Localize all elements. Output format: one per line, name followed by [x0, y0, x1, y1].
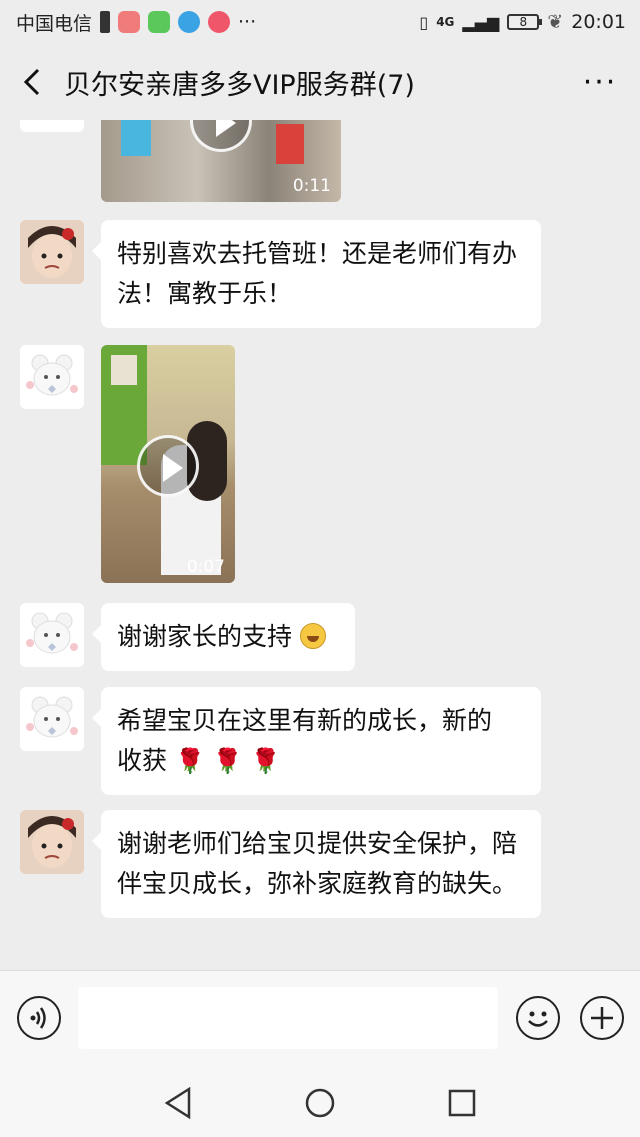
- chat-title: 贝尔安亲唐多多VIP服务群(7): [64, 69, 415, 101]
- leaf-icon: ❦: [547, 11, 564, 33]
- triangle-back-icon: [164, 1086, 191, 1120]
- rose-emoji-icon: 🌹: [174, 747, 205, 775]
- nav-back-button[interactable]: [158, 1083, 198, 1123]
- message-text-line: 希望宝贝在这里有新的成长，新的: [117, 706, 493, 735]
- bear-avatar-image: [20, 603, 84, 667]
- sender-avatar[interactable]: [20, 810, 84, 874]
- back-arrow-icon: [23, 68, 40, 96]
- play-icon[interactable]: [137, 435, 199, 497]
- system-nav-bar: [0, 1065, 640, 1137]
- back-button[interactable]: [0, 44, 64, 120]
- message-bubble[interactable]: 谢谢家长的支持: [92, 603, 355, 671]
- play-icon[interactable]: [190, 120, 252, 152]
- sender-avatar[interactable]: [20, 603, 84, 667]
- sender-avatar[interactable]: [20, 220, 84, 284]
- app-notification-icon: [118, 11, 141, 33]
- chat-messages[interactable]: 0:11 特别喜欢去托管班！还是老师们有办法！寓教于乐！ 0:07 谢谢家长的支…: [0, 120, 640, 970]
- nav-recents-button[interactable]: [442, 1083, 482, 1123]
- rose-emoji-icon: 🌹: [250, 747, 281, 775]
- grin-emoji-icon: [299, 623, 326, 649]
- message-bubble[interactable]: 谢谢老师们给宝贝提供安全保护，陪伴宝贝成长，弥补家庭教育的缺失。: [92, 810, 541, 918]
- message-text: 谢谢家长的支持: [117, 622, 293, 651]
- message-text: 谢谢老师们给宝贝提供安全保护，陪伴宝贝成长，弥补家庭教育的缺失。: [117, 829, 518, 898]
- browser-app-icon: [178, 11, 201, 33]
- child-avatar-image: [20, 220, 84, 284]
- signal-icon: ▂▄▆: [462, 12, 500, 32]
- message-bubble[interactable]: 希望宝贝在这里有新的成长，新的 收获 🌹 🌹 🌹: [92, 687, 541, 795]
- sender-avatar[interactable]: [20, 120, 84, 132]
- voice-icon: [30, 1007, 46, 1029]
- vibrate-icon: ▯: [419, 12, 429, 32]
- rose-emoji-icon: 🌹: [212, 747, 243, 775]
- message-text-line: 收获: [117, 746, 168, 775]
- circle-home-icon: [305, 1088, 335, 1118]
- emoji-button[interactable]: [516, 996, 560, 1040]
- sender-avatar[interactable]: [20, 687, 84, 751]
- input-bar: [0, 970, 640, 1065]
- clock: 20:01: [571, 11, 626, 33]
- emoji-icon: [528, 1011, 548, 1027]
- carrier-name: 中国电信: [16, 12, 93, 35]
- video-app-icon: [148, 11, 171, 33]
- message-text: 特别喜欢去托管班！还是老师们有办法！寓教于乐！: [117, 239, 518, 308]
- battery-icon: 8: [507, 14, 543, 30]
- video-duration: 0:07: [186, 557, 225, 577]
- square-recents-icon: [448, 1089, 476, 1117]
- bear-avatar-image: [20, 687, 84, 751]
- video-message[interactable]: 0:07: [101, 345, 235, 583]
- nav-home-button[interactable]: [300, 1083, 340, 1123]
- network-type: 4G: [436, 15, 455, 29]
- alert-icon: [100, 11, 111, 33]
- chat-header: 贝尔安亲唐多多VIP服务群(7) ···: [0, 44, 640, 120]
- more-icon: ···: [582, 64, 618, 100]
- more-notifications-icon: ···: [238, 11, 257, 33]
- status-bar: 中国电信 ··· ▯ 4G ▂▄▆ 8 ❦ 20:01: [0, 0, 640, 44]
- more-button[interactable]: ···: [560, 44, 640, 120]
- plus-button[interactable]: [580, 996, 624, 1040]
- bear-avatar-image: [20, 345, 84, 409]
- sender-avatar[interactable]: [20, 345, 84, 409]
- child-avatar-image: [20, 810, 84, 874]
- message-bubble[interactable]: 特别喜欢去托管班！还是老师们有办法！寓教于乐！: [92, 220, 541, 328]
- voice-button[interactable]: [17, 996, 61, 1040]
- message-input[interactable]: [78, 987, 498, 1049]
- plus-icon: [591, 1007, 613, 1029]
- video-message[interactable]: 0:11: [101, 120, 341, 202]
- weibo-app-icon: [208, 11, 231, 33]
- video-duration: 0:11: [292, 176, 331, 196]
